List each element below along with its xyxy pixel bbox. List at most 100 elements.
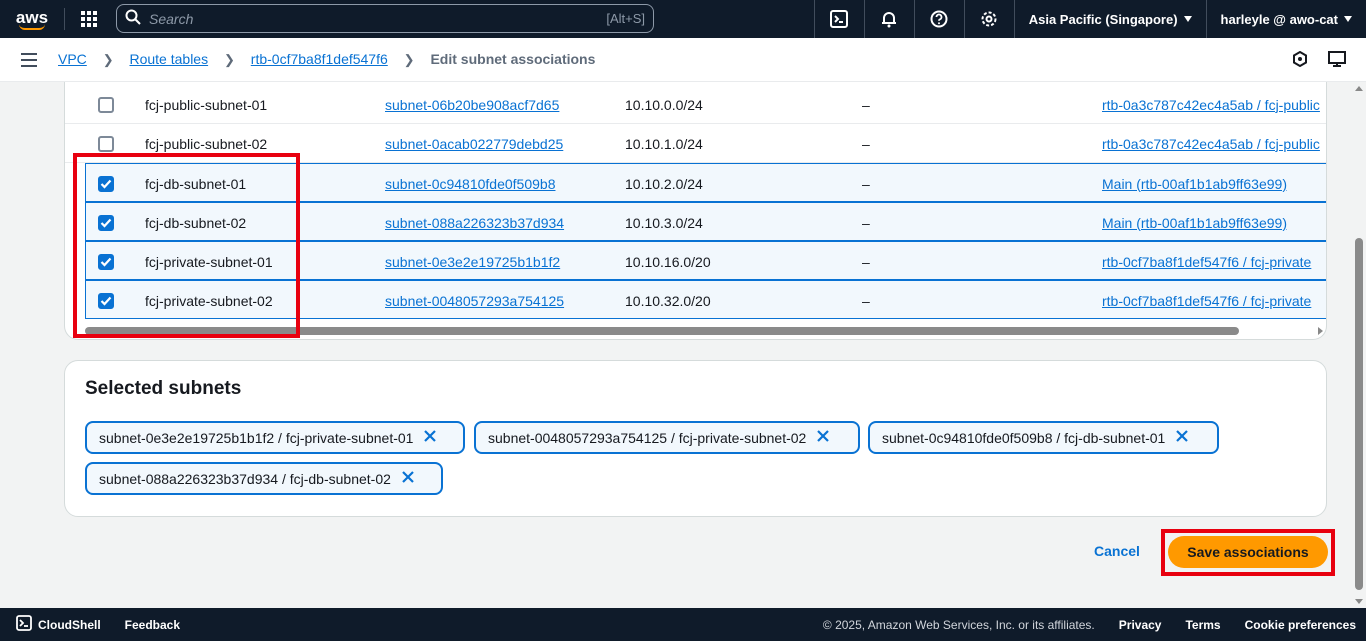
row-checkbox[interactable]	[98, 292, 114, 309]
breadcrumb-route-tables[interactable]: Route tables	[129, 51, 208, 67]
scrollbar-thumb[interactable]	[85, 327, 1239, 335]
copyright-text: © 2025, Amazon Web Services, Inc. or its…	[822, 617, 1095, 632]
breadcrumb: VPC ❯ Route tables ❯ rtb-0cf7ba8f1def547…	[58, 51, 595, 68]
selected-subnets-panel: Selected subnets subnet-0e3e2e19725b1b1f…	[64, 360, 1327, 517]
table-row[interactable]: fcj-public-subnet-01 subnet-06b20be908acf…	[65, 85, 1326, 124]
footer: CloudShell Feedback © 2025, Amazon Web S…	[0, 608, 1366, 641]
feedback-link[interactable]: Feedback	[125, 618, 180, 632]
privacy-link[interactable]: Privacy	[1119, 618, 1162, 632]
menu-hamburger-icon[interactable]	[0, 38, 58, 82]
table-row[interactable]: fcj-public-subnet-02 subnet-0acab022779de…	[65, 124, 1326, 163]
remove-x-icon[interactable]	[423, 429, 437, 446]
notifications-bell-icon[interactable]	[863, 0, 914, 38]
ipv4-cidr: 10.10.16.0/20	[625, 253, 711, 270]
token-label: subnet-0e3e2e19725b1b1f2 / fcj-private-s…	[99, 429, 414, 446]
breadcrumb-route-table-id[interactable]: rtb-0cf7ba8f1def547f6	[251, 51, 388, 67]
ipv4-cidr: 10.10.2.0/24	[625, 175, 703, 192]
chevron-right-icon: ❯	[403, 52, 415, 67]
ipv4-cidr: 10.10.32.0/20	[625, 292, 711, 309]
terms-link[interactable]: Terms	[1185, 618, 1220, 632]
ipv6-cidr: –	[862, 175, 870, 192]
remove-x-icon[interactable]	[816, 429, 830, 446]
selected-subnet-token: subnet-0e3e2e19725b1b1f2 / fcj-private-s…	[85, 421, 465, 454]
cookie-preferences-link[interactable]: Cookie preferences	[1245, 618, 1356, 632]
row-checkbox[interactable]	[98, 96, 114, 113]
selected-subnet-token: subnet-088a226323b37d934 / fcj-db-subnet…	[85, 462, 443, 495]
token-label: subnet-088a226323b37d934 / fcj-db-subnet…	[99, 470, 391, 487]
ipv6-cidr: –	[862, 96, 870, 113]
scrollbar-thumb[interactable]	[1355, 238, 1363, 590]
selected-subnet-token: subnet-0c94810fde0f509b8 / fcj-db-subnet…	[868, 421, 1219, 454]
aws-smile-icon	[19, 24, 45, 30]
aws-logo[interactable]: aws	[0, 0, 64, 38]
feedback-screen-icon[interactable]	[1328, 50, 1346, 70]
row-checkbox[interactable]	[98, 253, 114, 270]
token-label: subnet-0c94810fde0f509b8 / fcj-db-subnet…	[882, 429, 1166, 446]
ipv6-cidr: –	[862, 214, 870, 231]
account-menu[interactable]: harleyle @ awo-cat	[1205, 0, 1366, 38]
row-checkbox[interactable]	[98, 175, 114, 192]
region-selector[interactable]: Asia Pacific (Singapore)	[1013, 0, 1206, 38]
ipv4-cidr: 10.10.0.0/24	[625, 96, 703, 113]
cloudshell-icon[interactable]	[813, 0, 864, 38]
subnet-id-link[interactable]: subnet-0048057293a754125	[385, 293, 564, 309]
vertical-scrollbar[interactable]	[1352, 82, 1366, 608]
ipv6-cidr: –	[862, 253, 870, 270]
ipv6-cidr: –	[862, 292, 870, 309]
ipv4-cidr: 10.10.3.0/24	[625, 214, 703, 231]
subnet-id-link[interactable]: subnet-06b20be908acf7d65	[385, 97, 559, 113]
scroll-down-arrow-icon[interactable]	[1355, 599, 1363, 604]
subnet-name: fcj-private-subnet-02	[145, 292, 273, 309]
chevron-right-icon: ❯	[223, 52, 235, 67]
subnet-name: fcj-db-subnet-01	[145, 175, 247, 192]
subnet-id-link[interactable]: subnet-0acab022779debd25	[385, 136, 563, 152]
subnet-id-link[interactable]: subnet-0c94810fde0f509b8	[385, 176, 555, 192]
save-associations-button[interactable]: Save associations	[1168, 536, 1328, 568]
search-input[interactable]: Search [Alt+S]	[116, 4, 654, 33]
nav-right: Asia Pacific (Singapore) harleyle @ awo-…	[813, 0, 1366, 38]
remove-x-icon[interactable]	[1175, 429, 1189, 446]
subnet-id-link[interactable]: subnet-0e3e2e19725b1b1f2	[385, 254, 560, 270]
subnet-id-link[interactable]: subnet-088a226323b37d934	[385, 215, 564, 231]
remove-x-icon[interactable]	[401, 470, 415, 487]
search-icon	[125, 9, 141, 28]
scroll-right-arrow-icon[interactable]	[1318, 327, 1323, 335]
ipv4-cidr: 10.10.1.0/24	[625, 135, 703, 152]
settings-gear-icon[interactable]	[963, 0, 1014, 38]
breadcrumb-bar: VPC ❯ Route tables ❯ rtb-0cf7ba8f1def547…	[0, 38, 1366, 82]
table-row[interactable]: fcj-private-subnet-02 subnet-0048057293a7…	[85, 280, 1326, 319]
token-label: subnet-0048057293a754125 / fcj-private-s…	[488, 429, 807, 446]
route-table-link[interactable]: rtb-0a3c787c42ec4a5ab / fcj-public	[1102, 136, 1320, 152]
subnet-name: fcj-public-subnet-01	[145, 96, 268, 113]
subnet-table: fcj-public-subnet-01 subnet-06b20be908acf…	[64, 82, 1327, 340]
route-table-link[interactable]: rtb-0a3c787c42ec4a5ab / fcj-public	[1102, 97, 1320, 113]
cloudshell-label: CloudShell	[38, 617, 101, 632]
row-checkbox[interactable]	[98, 135, 114, 152]
route-table-link[interactable]: rtb-0cf7ba8f1def547f6 / fcj-private	[1102, 254, 1311, 270]
breadcrumb-tools	[1292, 38, 1346, 82]
aws-logo-text: aws	[15, 7, 49, 27]
search-placeholder: Search	[149, 10, 194, 27]
help-icon[interactable]	[913, 0, 964, 38]
route-table-link[interactable]: Main (rtb-00af1b1ab9ff63e99)	[1102, 215, 1287, 231]
ipv6-cidr: –	[862, 135, 870, 152]
chevron-down-icon	[1183, 16, 1192, 22]
horizontal-scrollbar[interactable]	[85, 326, 1326, 336]
info-hexagon-icon[interactable]	[1292, 50, 1308, 70]
route-table-link[interactable]: rtb-0cf7ba8f1def547f6 / fcj-private	[1102, 293, 1311, 309]
breadcrumb-vpc[interactable]: VPC	[58, 51, 87, 67]
top-navigation: aws Search [Alt+S] Asia Pacific (Singapo…	[0, 0, 1366, 38]
cancel-button[interactable]: Cancel	[1094, 543, 1140, 559]
services-grid-icon[interactable]	[65, 0, 113, 38]
subnet-name: fcj-db-subnet-02	[145, 214, 247, 231]
cloudshell-button[interactable]: CloudShell	[16, 615, 101, 634]
row-checkbox[interactable]	[98, 214, 114, 231]
table-row[interactable]: fcj-db-subnet-01 subnet-0c94810fde0f509b8…	[85, 163, 1326, 202]
selected-subnet-token: subnet-0048057293a754125 / fcj-private-s…	[474, 421, 860, 454]
table-row[interactable]: fcj-db-subnet-02 subnet-088a226323b37d934…	[85, 202, 1326, 241]
scroll-up-arrow-icon[interactable]	[1355, 86, 1363, 91]
account-label: harleyle @ awo-cat	[1220, 11, 1338, 27]
route-table-link[interactable]: Main (rtb-00af1b1ab9ff63e99)	[1102, 176, 1287, 192]
table-row[interactable]: fcj-private-subnet-01 subnet-0e3e2e19725b…	[85, 241, 1326, 280]
breadcrumb-current: Edit subnet associations	[430, 51, 596, 67]
